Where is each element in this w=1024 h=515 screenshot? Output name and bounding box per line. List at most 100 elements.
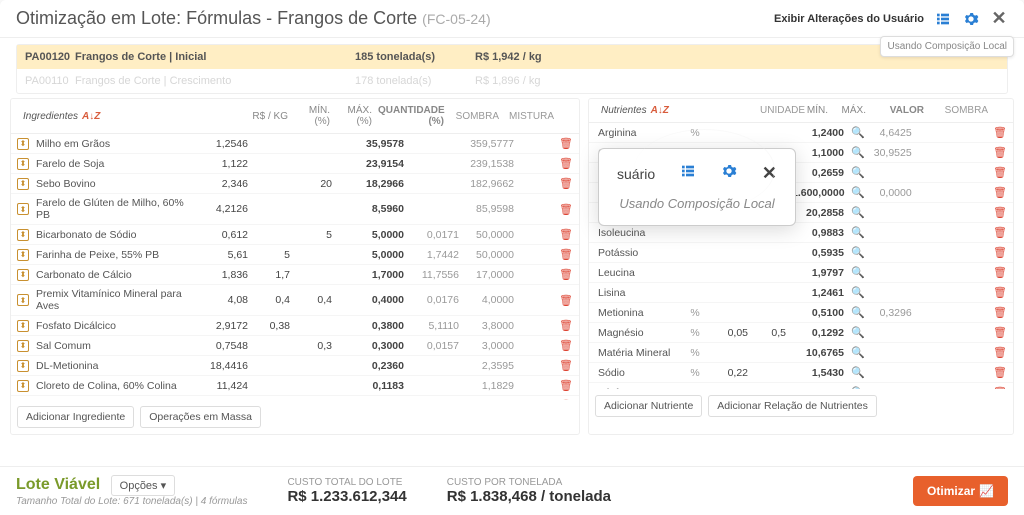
formula-selector[interactable]: PA00120 Frangos de Corte | Inicial 185 t… [16,44,1008,94]
magnify-icon[interactable]: 🔍 [851,386,865,389]
ingredient-row[interactable]: ⬍Sal Comum0,75480,30,30000,01573,0000🗑 [11,336,579,356]
ingredient-name: Farelo de Glúten de Milho, 60% PB [33,197,203,221]
nutrient-row[interactable]: Magnésio%0,050,50,1292🔍🗑 [589,323,1013,343]
show-user-changes-link[interactable]: Exibir Alterações do Usuário [774,13,924,25]
trash-icon[interactable]: 🗑 [559,294,573,307]
trash-icon[interactable]: 🗑 [559,203,573,216]
trash-icon[interactable]: 🗑 [993,166,1007,179]
info-icon[interactable]: ⬍ [17,178,29,190]
magnify-icon[interactable]: 🔍 [851,286,865,299]
ingredient-row[interactable]: ⬍Farelo de Soja1,12223,9154239,1538🗑 [11,154,579,174]
nutrient-row[interactable]: Sódio%0,221,5430🔍🗑 [589,363,1013,383]
trash-icon[interactable]: 🗑 [559,399,573,400]
info-icon[interactable]: ⬍ [17,203,29,215]
add-ingredient-button[interactable]: Adicionar Ingrediente [17,406,134,428]
trash-icon[interactable]: 🗑 [559,228,573,241]
sort-az-icon[interactable]: A↓Z [651,105,669,116]
ingredient-row[interactable]: ⬍Farinha de Peixe, 55% PB5,6155,00001,74… [11,245,579,265]
cost-per-ton-label: CUSTO POR TONELADA [447,477,611,488]
ingredient-row[interactable]: ⬍DL-Metionina18,44160,23602,3595🗑 [11,356,579,376]
info-icon[interactable]: ⬍ [17,158,29,170]
trash-icon[interactable]: 🗑 [993,146,1007,159]
trash-icon[interactable]: 🗑 [993,326,1007,339]
info-icon[interactable]: ⬍ [17,138,29,150]
magnify-icon[interactable]: 🔍 [851,306,865,319]
list-icon[interactable] [934,10,952,28]
info-icon[interactable]: ⬍ [17,320,29,332]
ingredient-row[interactable]: ⬍Carbonato de Cálcio1,8361,71,700011,755… [11,265,579,285]
nutrient-row[interactable]: Arginina%1,2400🔍4,6425🗑 [589,123,1013,143]
trash-icon[interactable]: 🗑 [993,246,1007,259]
magnify-icon[interactable]: 🔍 [851,366,865,379]
trash-icon[interactable]: 🗑 [993,226,1007,239]
trash-icon[interactable]: 🗑 [993,186,1007,199]
nutrient-row[interactable]: Potássio0,5935🔍🗑 [589,243,1013,263]
trash-icon[interactable]: 🗑 [559,359,573,372]
ingredient-row[interactable]: ⬍Sebo Bovino2,3462018,2966182,9662🗑 [11,174,579,194]
trash-icon[interactable]: 🗑 [559,248,573,261]
magnify-icon[interactable]: 🔍 [851,206,865,219]
info-icon[interactable]: ⬍ [17,400,29,401]
batch-subtitle: Tamanho Total do Lote: 671 tonelada(s) |… [16,496,247,507]
trash-icon[interactable]: 🗑 [559,177,573,190]
ingredient-name: DL-Metionina [33,360,203,372]
info-icon[interactable]: ⬍ [17,360,29,372]
magnify-icon[interactable]: 🔍 [851,146,865,159]
info-icon[interactable]: ⬍ [17,269,29,281]
options-button[interactable]: Opções ▾ [111,475,176,496]
close-icon[interactable]: ✕ [990,10,1008,28]
trash-icon[interactable]: 🗑 [993,126,1007,139]
info-icon[interactable]: ⬍ [17,380,29,392]
magnify-icon[interactable]: 🔍 [851,346,865,359]
optimize-button[interactable]: Otimizar 📈 [913,476,1008,506]
ingredient-row[interactable]: ⬍Bicarbonato de Sódio0,61255,00000,01715… [11,225,579,245]
trash-icon[interactable]: 🗑 [993,206,1007,219]
nutrient-row[interactable]: Metionina%0,5100🔍0,3296🗑 [589,303,1013,323]
ingredient-row[interactable]: ⬍Cloreto de Colina, 60% Colina11,4240,11… [11,376,579,396]
total-cost-label: CUSTO TOTAL DO LOTE [287,477,406,488]
ingredient-name: Farinha de Peixe, 55% PB [33,249,203,261]
magnify-icon[interactable]: 🔍 [851,246,865,259]
nutrient-row[interactable]: Lisina1,2461🔍🗑 [589,283,1013,303]
nutrient-row[interactable]: Leucina1,9797🔍🗑 [589,263,1013,283]
info-icon[interactable]: ⬍ [17,340,29,352]
add-nutrient-ratio-button[interactable]: Adicionar Relação de Nutrientes [708,395,877,417]
nutrient-row[interactable]: Isoleucina0,9883🔍🗑 [589,223,1013,243]
ingredient-row[interactable]: ⬍Premix Vitamínico Mineral para Aves4,08… [11,285,579,316]
ingredient-row[interactable]: ⬍Fosfato Dicálcico2,91720,380,38005,1110… [11,316,579,336]
trash-icon[interactable]: 🗑 [559,268,573,281]
trash-icon[interactable]: 🗑 [993,306,1007,319]
info-icon[interactable]: ⬍ [17,229,29,241]
trash-icon[interactable]: 🗑 [993,266,1007,279]
add-nutrient-button[interactable]: Adicionar Nutriente [595,395,702,417]
nutrients-title: Nutrientes A↓Z [595,105,669,116]
trash-icon[interactable]: 🗑 [559,137,573,150]
formula-row-active[interactable]: PA00120 Frangos de Corte | Inicial 185 t… [17,45,1007,69]
trash-icon[interactable]: 🗑 [993,386,1007,389]
trash-icon[interactable]: 🗑 [559,339,573,352]
trash-icon[interactable]: 🗑 [559,379,573,392]
trash-icon[interactable]: 🗑 [993,366,1007,379]
nutrient-name: Sódio [595,367,677,379]
info-icon[interactable]: ⬍ [17,249,29,261]
trend-up-icon: 📈 [979,484,994,498]
ingredient-row[interactable]: ⬍Milho em Grãos1,254635,9578359,5777🗑 [11,134,579,154]
trash-icon[interactable]: 🗑 [993,286,1007,299]
bulk-operations-button[interactable]: Operações em Massa [140,406,261,428]
trash-icon[interactable]: 🗑 [559,319,573,332]
magnify-icon[interactable]: 🔍 [851,326,865,339]
trash-icon[interactable]: 🗑 [559,157,573,170]
nutrient-name: Leucina [595,267,677,279]
ingredient-row[interactable]: ⬍Farelo de Glúten de Milho, 60% PB4,2126… [11,194,579,225]
gear-icon[interactable] [962,10,980,28]
trash-icon[interactable]: 🗑 [993,346,1007,359]
nutrient-row[interactable]: Matéria Mineral%10,6765🔍🗑 [589,343,1013,363]
formula-row-inactive[interactable]: PA00110 Frangos de Corte | Crescimento 1… [17,69,1007,93]
sort-az-icon[interactable]: A↓Z [82,111,100,122]
magnify-icon[interactable]: 🔍 [851,186,865,199]
magnify-icon[interactable]: 🔍 [851,266,865,279]
magnify-icon[interactable]: 🔍 [851,226,865,239]
magnify-icon[interactable]: 🔍 [851,126,865,139]
info-icon[interactable]: ⬍ [17,294,29,306]
magnify-icon[interactable]: 🔍 [851,166,865,179]
